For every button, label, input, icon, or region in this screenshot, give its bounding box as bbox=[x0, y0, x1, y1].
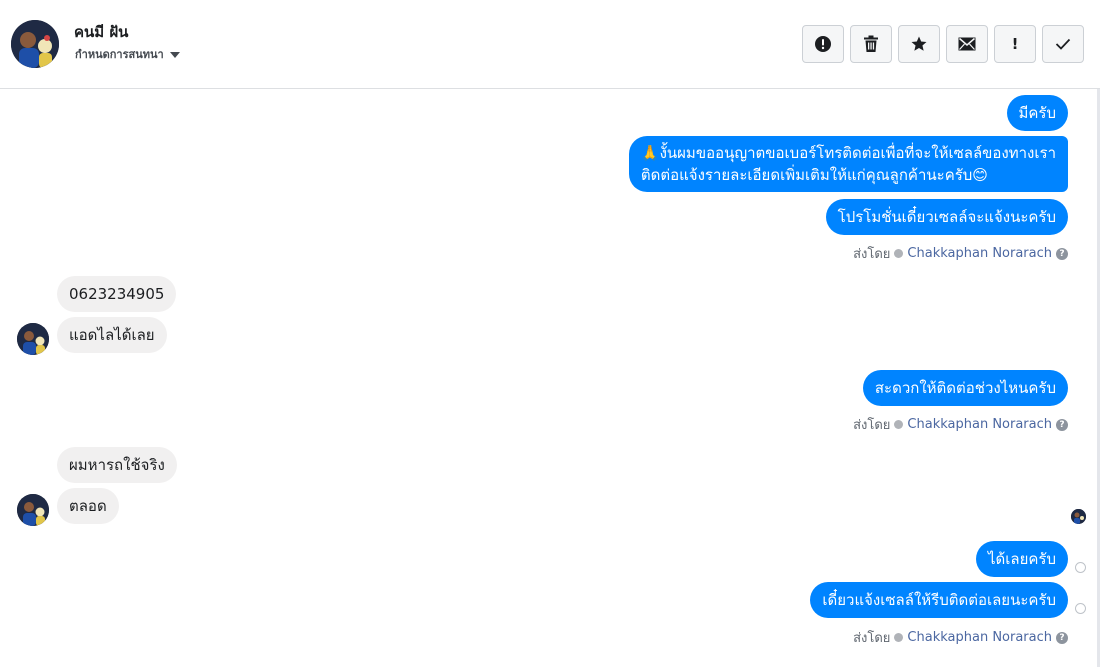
outgoing-message[interactable]: 🙏งั้นผมขออนุญาตขอเบอร์โทรติดต่อเพื่อที่จ… bbox=[628, 136, 1068, 192]
help-icon[interactable]: ? bbox=[1056, 247, 1068, 260]
mark-done-button[interactable] bbox=[1042, 25, 1084, 63]
alert-circle-icon bbox=[815, 36, 831, 52]
agent-check-icon bbox=[894, 633, 904, 642]
incoming-message[interactable]: ผมหารถใช้จริง bbox=[57, 447, 177, 483]
outgoing-message[interactable]: เดี๋ยวแจ้งเซลล์ให้รีบติดต่อเลยนะครับ bbox=[810, 582, 1068, 618]
sent-by-attribution: ส่งโดย Chakkaphan Norarach ? bbox=[853, 414, 1068, 435]
delete-button[interactable] bbox=[850, 25, 892, 63]
conversation-toolbar: ! bbox=[802, 25, 1084, 63]
contact-name[interactable]: คนมี ฝัน bbox=[74, 20, 128, 44]
seen-by-avatar bbox=[1071, 509, 1086, 524]
message-text-line: 🙏งั้นผมขออนุญาตขอเบอร์โทรติดต่อเพื่อที่จ… bbox=[640, 144, 1056, 162]
sender-avatar bbox=[17, 323, 49, 355]
envelope-icon bbox=[958, 37, 976, 51]
star-icon bbox=[911, 36, 927, 51]
incoming-message[interactable]: ตลอด bbox=[57, 488, 119, 524]
contact-avatar[interactable] bbox=[11, 20, 59, 68]
mark-unread-button[interactable] bbox=[946, 25, 988, 63]
sent-by-attribution: ส่งโดย Chakkaphan Norarach ? bbox=[853, 627, 1068, 648]
delivered-status-icon bbox=[1075, 562, 1086, 573]
message-text: 0623234905 bbox=[69, 285, 165, 303]
agent-name-link[interactable]: Chakkaphan Norarach bbox=[907, 630, 1052, 645]
sent-by-label: ส่งโดย bbox=[853, 418, 891, 433]
help-icon[interactable]: ? bbox=[1056, 418, 1068, 431]
sent-by-label: ส่งโดย bbox=[853, 631, 891, 646]
message-text-line: ติดต่อแจ้งรายละเอียดเพิ่มเติมให้แก่คุณลู… bbox=[640, 166, 988, 184]
message-text: โปรโมชั่นเดี๋ยวเซลล์จะแจ้งนะครับ bbox=[837, 208, 1056, 226]
agent-name-link[interactable]: Chakkaphan Norarach bbox=[907, 246, 1052, 261]
help-icon[interactable]: ? bbox=[1056, 631, 1068, 644]
check-icon bbox=[1055, 38, 1071, 50]
message-text: สะดวกให้ติดต่อช่วงไหนครับ bbox=[874, 379, 1056, 397]
outgoing-message[interactable]: สะดวกให้ติดต่อช่วงไหนครับ bbox=[862, 370, 1068, 406]
assign-conversation-label: กำหนดการสนทนา bbox=[75, 48, 164, 61]
agent-check-icon bbox=[894, 249, 904, 258]
message-text: ได้เลยครับ bbox=[987, 550, 1056, 568]
outgoing-message[interactable]: มีครับ bbox=[1006, 95, 1068, 131]
follow-up-button[interactable]: ! bbox=[994, 25, 1036, 63]
star-button[interactable] bbox=[898, 25, 940, 63]
caret-down-icon bbox=[169, 51, 180, 58]
message-text: ผมหารถใช้จริง bbox=[69, 456, 165, 474]
message-text: ตลอด bbox=[69, 497, 107, 515]
incoming-message[interactable]: แอดไลได้เลย bbox=[57, 317, 167, 353]
agent-check-icon bbox=[894, 420, 904, 429]
exclamation-icon: ! bbox=[1011, 35, 1019, 53]
trash-icon bbox=[864, 35, 878, 52]
spam-button[interactable] bbox=[802, 25, 844, 63]
message-text: แอดไลได้เลย bbox=[69, 326, 155, 344]
sender-avatar bbox=[17, 494, 49, 526]
conversation-header: คนมี ฝัน กำหนดการสนทนา ! bbox=[0, 0, 1100, 89]
outgoing-message[interactable]: ได้เลยครับ bbox=[975, 541, 1068, 577]
assign-conversation-dropdown[interactable]: กำหนดการสนทนา bbox=[75, 45, 180, 63]
message-text: เดี๋ยวแจ้งเซลล์ให้รีบติดต่อเลยนะครับ bbox=[822, 591, 1056, 609]
incoming-message[interactable]: 0623234905 bbox=[57, 276, 177, 312]
sent-by-label: ส่งโดย bbox=[853, 247, 891, 262]
delivered-status-icon bbox=[1075, 603, 1086, 614]
agent-name-link[interactable]: Chakkaphan Norarach bbox=[907, 417, 1052, 432]
sent-by-attribution: ส่งโดย Chakkaphan Norarach ? bbox=[853, 243, 1068, 264]
message-text: มีครับ bbox=[1018, 104, 1057, 122]
outgoing-message[interactable]: โปรโมชั่นเดี๋ยวเซลล์จะแจ้งนะครับ bbox=[825, 199, 1068, 235]
